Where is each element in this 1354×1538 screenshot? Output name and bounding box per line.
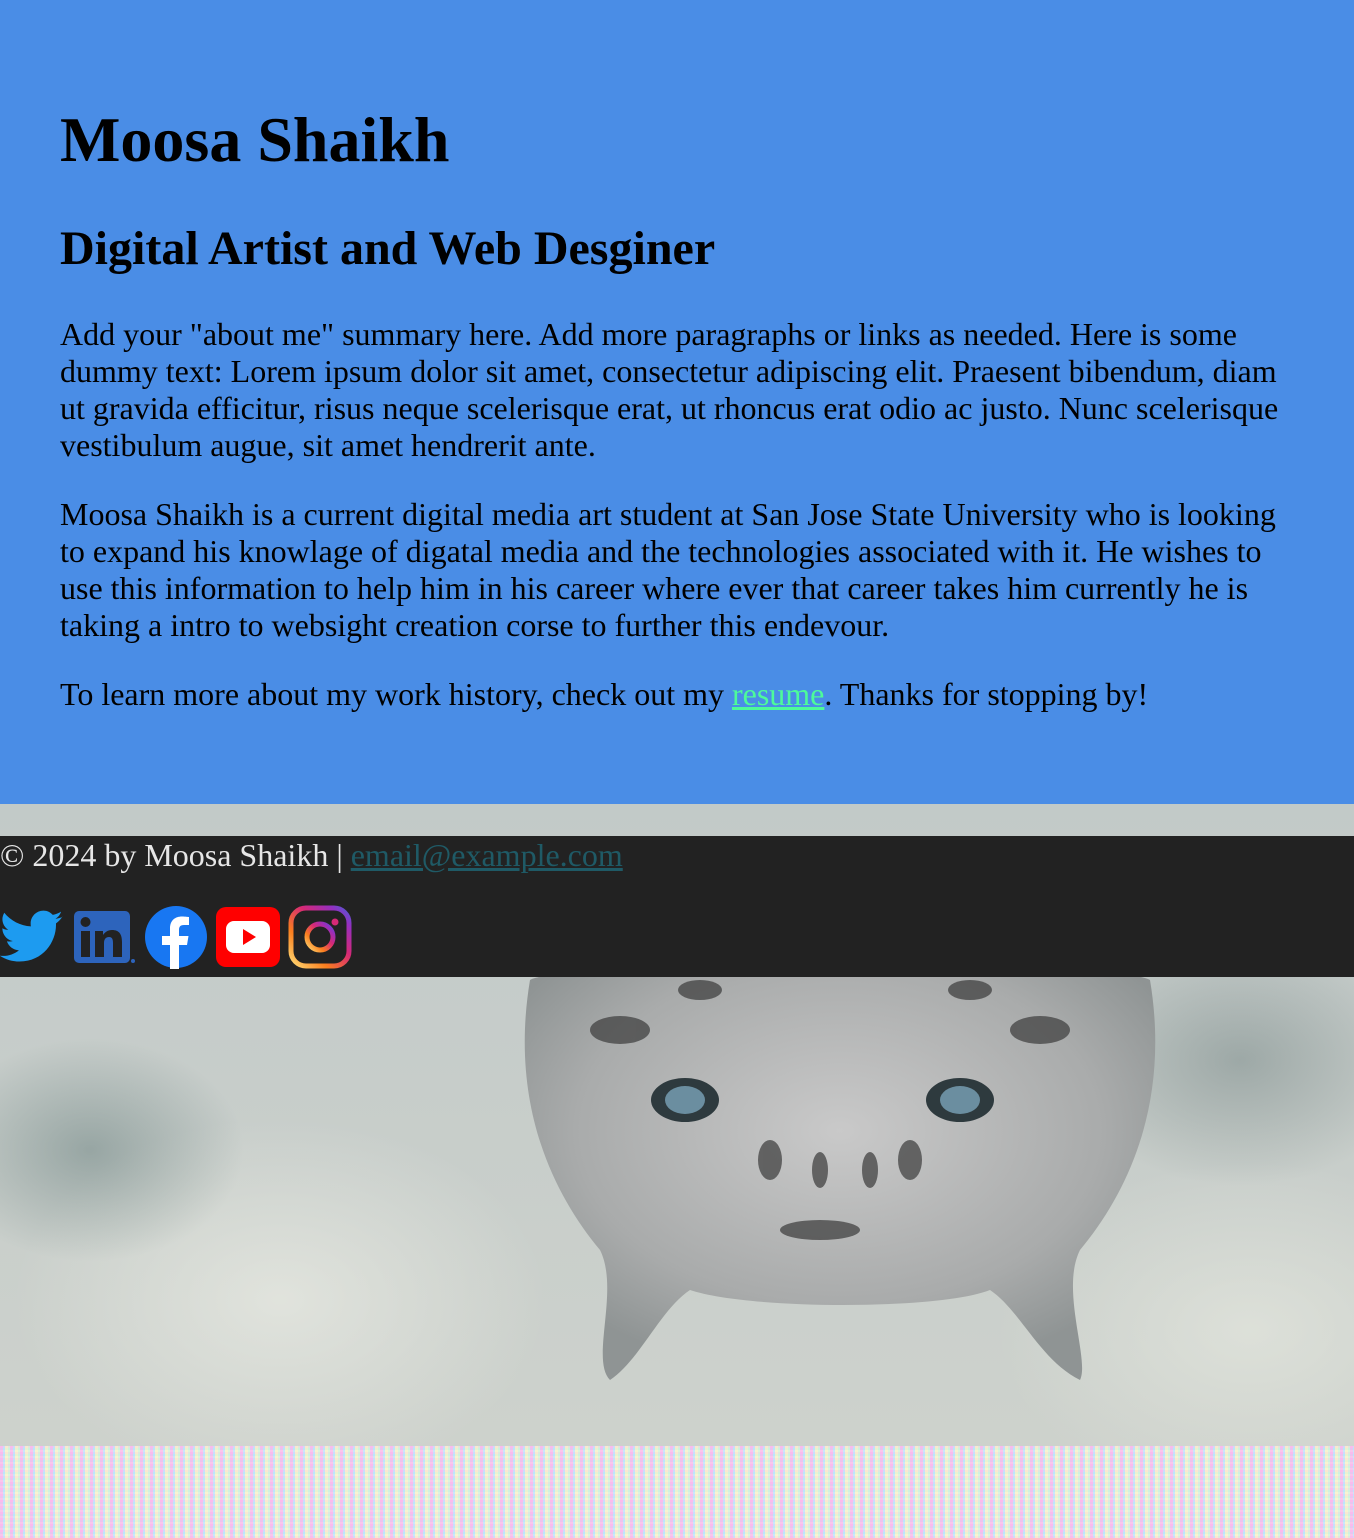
social-links xyxy=(0,904,360,970)
facebook-link[interactable] xyxy=(144,905,208,969)
page-title: Moosa Shaikh xyxy=(60,104,450,175)
about-paragraph-2: Moosa Shaikh is a current digital media … xyxy=(60,496,1276,643)
snow-leopard-image xyxy=(524,965,1156,1380)
about-paragraph-3-text-after: . Thanks for stopping by! xyxy=(824,676,1149,712)
twitter-link[interactable] xyxy=(0,905,64,969)
page-subtitle: Digital Artist and Web Desginer xyxy=(60,222,716,275)
linkedin-link[interactable] xyxy=(72,905,136,969)
about-paragraph-3-text-before: To learn more about my work history, che… xyxy=(60,676,732,712)
youtube-link[interactable] xyxy=(216,905,280,969)
about-paragraph-3: To learn more about my work history, che… xyxy=(60,676,1296,713)
noise-strip xyxy=(0,1446,1354,1538)
footer-copyright: © 2024 by Moosa Shaikh | email@example.c… xyxy=(0,836,623,874)
copyright-text: © 2024 by Moosa Shaikh | xyxy=(0,837,351,873)
resume-link[interactable]: resume xyxy=(732,676,824,712)
facebook-icon xyxy=(145,906,207,969)
linkedin-icon xyxy=(74,911,135,963)
youtube-icon xyxy=(216,907,280,967)
twitter-icon xyxy=(0,910,63,962)
instagram-icon xyxy=(288,905,352,969)
footer: © 2024 by Moosa Shaikh | email@example.c… xyxy=(0,836,1354,977)
instagram-link[interactable] xyxy=(288,905,352,969)
about-paragraph-1: Add your "about me" summary here. Add mo… xyxy=(60,316,1279,463)
email-link[interactable]: email@example.com xyxy=(351,837,623,873)
about-text: Add your "about me" summary here. Add mo… xyxy=(60,316,1296,745)
about-section: Moosa Shaikh Digital Artist and Web Desg… xyxy=(0,0,1354,804)
